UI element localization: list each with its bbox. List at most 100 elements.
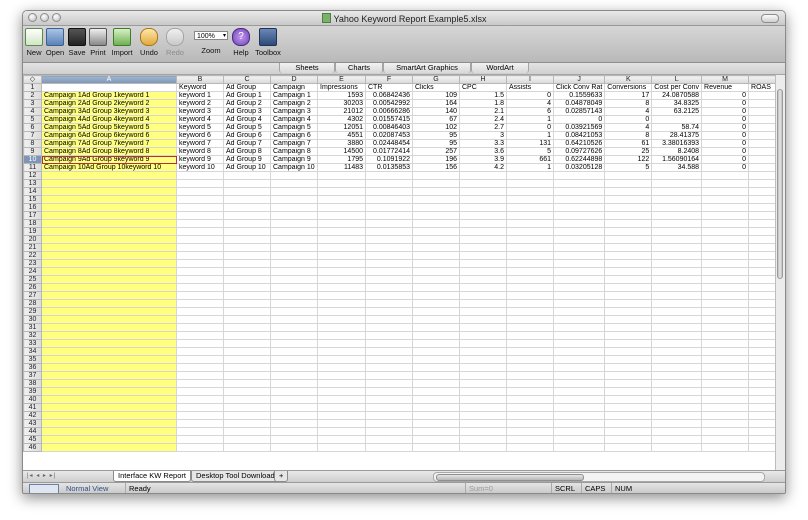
row-header-16[interactable]: 16 [23, 203, 42, 212]
cell-A44[interactable] [41, 427, 177, 436]
cell-F29[interactable] [365, 307, 413, 316]
cell-D18[interactable] [270, 219, 318, 228]
cell-C26[interactable] [223, 283, 271, 292]
cell-B15[interactable] [176, 195, 224, 204]
horizontal-scroll-thumb[interactable] [436, 474, 584, 481]
cell-H7[interactable]: 3 [459, 131, 507, 140]
cell-F14[interactable] [365, 187, 413, 196]
cell-H1[interactable]: CPC [459, 83, 507, 92]
cell-J16[interactable] [552, 203, 606, 212]
cell-B7[interactable]: keyword 6 [176, 131, 224, 140]
cell-K34[interactable] [604, 347, 653, 356]
cell-E17[interactable] [317, 211, 366, 220]
cell-M46[interactable] [701, 443, 750, 452]
cell-A17[interactable] [41, 211, 177, 220]
cell-J36[interactable] [552, 363, 606, 372]
cell-M43[interactable] [701, 419, 750, 428]
cell-F25[interactable] [365, 275, 413, 284]
row-header-2[interactable]: 2 [23, 91, 42, 100]
cell-L46[interactable] [651, 443, 703, 452]
cell-K13[interactable] [604, 179, 653, 188]
cell-F42[interactable] [365, 411, 413, 420]
cell-K25[interactable] [604, 275, 653, 284]
cell-A38[interactable] [41, 379, 177, 388]
cell-A31[interactable] [41, 323, 177, 332]
cell-E31[interactable] [317, 323, 366, 332]
cell-N13[interactable] [748, 179, 778, 188]
column-header-G[interactable]: G [412, 75, 460, 84]
cell-C42[interactable] [223, 411, 271, 420]
cell-E27[interactable] [317, 291, 366, 300]
cell-E1[interactable]: Impressions [317, 83, 366, 92]
cell-G2[interactable]: 109 [412, 91, 460, 100]
cell-M44[interactable] [701, 427, 750, 436]
row-header-3[interactable]: 3 [23, 99, 42, 108]
cell-K19[interactable] [604, 227, 653, 236]
cell-H32[interactable] [459, 331, 507, 340]
cell-K3[interactable]: 8 [604, 99, 653, 108]
cell-E44[interactable] [317, 427, 366, 436]
cell-K43[interactable] [604, 419, 653, 428]
cell-F17[interactable] [365, 211, 413, 220]
cell-A25[interactable] [41, 275, 177, 284]
cell-H44[interactable] [459, 427, 507, 436]
cell-E40[interactable] [317, 395, 366, 404]
cell-G35[interactable] [412, 355, 460, 364]
row-header-11[interactable]: 11 [23, 163, 42, 172]
cell-A9[interactable]: Campaign 8Ad Group 8keyword 8 [41, 147, 177, 156]
cell-J5[interactable]: 0 [552, 115, 606, 124]
cell-L3[interactable]: 34.8325 [651, 99, 703, 108]
cell-I32[interactable] [506, 331, 554, 340]
cell-H39[interactable] [459, 387, 507, 396]
cell-C1[interactable]: Ad Group [223, 83, 271, 92]
cell-H8[interactable]: 3.3 [459, 139, 507, 148]
undo-button[interactable]: Undo [137, 28, 161, 57]
cell-D2[interactable]: Campaign 1 [270, 91, 318, 100]
cell-B22[interactable] [176, 251, 224, 260]
cell-J12[interactable] [552, 171, 606, 180]
row-header-5[interactable]: 5 [23, 115, 42, 124]
cell-D33[interactable] [270, 339, 318, 348]
cell-K31[interactable] [604, 323, 653, 332]
row-header-44[interactable]: 44 [23, 427, 42, 436]
cell-A20[interactable] [41, 235, 177, 244]
cell-F41[interactable] [365, 403, 413, 412]
cell-E28[interactable] [317, 299, 366, 308]
cell-A33[interactable] [41, 339, 177, 348]
cell-E19[interactable] [317, 227, 366, 236]
cell-F16[interactable] [365, 203, 413, 212]
cell-E15[interactable] [317, 195, 366, 204]
cell-B38[interactable] [176, 379, 224, 388]
cell-H41[interactable] [459, 403, 507, 412]
cell-H17[interactable] [459, 211, 507, 220]
cell-J7[interactable]: 0.08421053 [552, 131, 606, 140]
cell-M17[interactable] [701, 211, 750, 220]
cell-A27[interactable] [41, 291, 177, 300]
cell-E16[interactable] [317, 203, 366, 212]
cell-L21[interactable] [651, 243, 703, 252]
cell-K38[interactable] [604, 379, 653, 388]
row-header-14[interactable]: 14 [23, 187, 42, 196]
cell-E23[interactable] [317, 259, 366, 268]
cell-K2[interactable]: 17 [604, 91, 653, 100]
cell-E8[interactable]: 3880 [317, 139, 366, 148]
cell-G45[interactable] [412, 435, 460, 444]
cell-D25[interactable] [270, 275, 318, 284]
row-header-31[interactable]: 31 [23, 323, 42, 332]
cell-D3[interactable]: Campaign 2 [270, 99, 318, 108]
cell-G26[interactable] [412, 283, 460, 292]
cell-B1[interactable]: Keyword [176, 83, 224, 92]
cell-F2[interactable]: 0.06842436 [365, 91, 413, 100]
row-header-6[interactable]: 6 [23, 123, 42, 132]
toolbox-button[interactable]: Toolbox [253, 28, 283, 57]
cell-H42[interactable] [459, 411, 507, 420]
cell-J42[interactable] [552, 411, 606, 420]
horizontal-scrollbar[interactable] [433, 472, 765, 482]
cell-M18[interactable] [701, 219, 750, 228]
row-header-36[interactable]: 36 [23, 363, 42, 372]
cell-M45[interactable] [701, 435, 750, 444]
cell-C40[interactable] [223, 395, 271, 404]
cell-G25[interactable] [412, 275, 460, 284]
cell-K17[interactable] [604, 211, 653, 220]
cell-L31[interactable] [651, 323, 703, 332]
